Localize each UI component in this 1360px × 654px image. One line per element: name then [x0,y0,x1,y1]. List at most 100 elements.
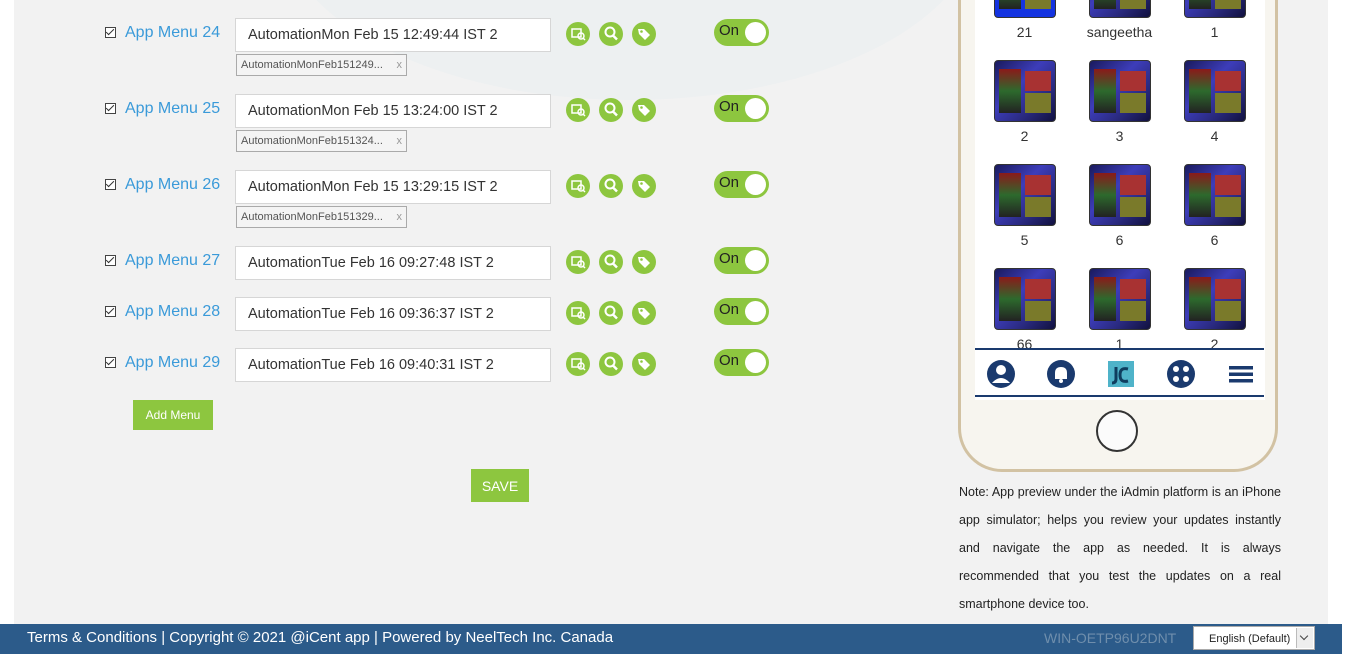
phone-grid-item[interactable]: 2 [977,60,1072,144]
thumbnail-image [1183,0,1246,18]
toggle-knob [745,250,766,271]
phone-grid-item[interactable]: 3 [1072,60,1167,144]
phone-home-button[interactable] [1096,410,1138,452]
chevron-down-icon [1296,628,1313,648]
phone-grid-item[interactable]: 21 [977,0,1072,40]
add-menu-button[interactable]: Add Menu [133,400,213,430]
gallery-search-icon[interactable] [566,352,590,376]
tag-text: AutomationMonFeb151329... [241,211,383,223]
phone-grid-label: 3 [1115,128,1124,144]
search-icon[interactable] [599,352,623,376]
tag-chip: AutomationMonFeb151324... x [236,130,407,152]
tag-chip: AutomationMonFeb151329... x [236,206,407,228]
thumbnail-image [1088,0,1151,18]
menu-checkbox[interactable] [105,179,116,190]
menu-label[interactable]: App Menu 25 [125,100,220,118]
thumbnail-image [1183,60,1246,122]
status-toggle[interactable]: On [714,171,769,198]
search-icon[interactable] [599,174,623,198]
toggle-label: On [719,301,740,318]
thumbnail-image [1183,164,1246,226]
search-icon[interactable] [599,22,623,46]
tag-icon[interactable] [632,250,656,274]
toggle-label: On [719,98,740,115]
menu-checkbox[interactable] [105,103,116,114]
app-logo-icon[interactable] [1106,359,1136,389]
menu-name-input[interactable] [235,348,551,382]
phone-grid-label: sangeetha [1086,24,1153,40]
menu-name-input[interactable] [235,246,551,280]
toggle-knob [745,301,766,322]
thumbnail-image [993,164,1056,226]
tag-icon[interactable] [632,22,656,46]
server-host-label: WIN-OETP96U2DNT [1044,630,1177,646]
profile-icon[interactable] [986,359,1016,389]
thumbnail-image [1183,268,1246,330]
search-icon[interactable] [599,250,623,274]
tag-chip: AutomationMonFeb151249... x [236,54,407,76]
phone-grid-item[interactable]: 5 [977,164,1072,248]
menu-name-input[interactable] [235,170,551,204]
menu-name-input[interactable] [235,18,551,52]
phone-grid-item[interactable]: 4 [1167,60,1262,144]
phone-grid-item[interactable]: 66 [977,268,1072,352]
tag-remove-button[interactable]: x [397,55,403,75]
thumbnail-image [993,0,1056,18]
phone-grid-label: 1 [1210,24,1219,40]
thumbnail-image [1088,268,1151,330]
bell-icon[interactable] [1046,359,1076,389]
toggle-label: On [719,174,740,191]
menu-name-input[interactable] [235,94,551,128]
thumbnail-image [1088,60,1151,122]
save-button[interactable]: SAVE [471,469,529,502]
toggle-label: On [719,22,740,39]
menu-checkbox[interactable] [105,27,116,38]
phone-grid-item[interactable]: 6 [1167,164,1262,248]
menu-label[interactable]: App Menu 24 [125,24,220,42]
search-icon[interactable] [599,98,623,122]
footer-text: Terms & Conditions | Copyright © 2021 @i… [27,629,614,646]
apps-icon[interactable] [1166,359,1196,389]
status-toggle[interactable]: On [714,349,769,376]
tag-text: AutomationMonFeb151249... [241,59,383,71]
gallery-search-icon[interactable] [566,250,590,274]
status-toggle[interactable]: On [714,247,769,274]
menu-label[interactable]: App Menu 29 [125,354,220,372]
menu-name-input[interactable] [235,297,551,331]
phone-grid-item[interactable]: 1 [1167,0,1262,40]
menu-label[interactable]: App Menu 26 [125,176,220,194]
gallery-search-icon[interactable] [566,301,590,325]
menu-checkbox[interactable] [105,357,116,368]
gallery-search-icon[interactable] [566,22,590,46]
phone-grid-item[interactable]: 1 [1072,268,1167,352]
phone-grid-item[interactable]: sangeetha [1072,0,1167,40]
toggle-label: On [719,352,740,369]
tag-icon[interactable] [632,98,656,122]
footer: Terms & Conditions | Copyright © 2021 @i… [0,624,1342,654]
menu-icon[interactable] [1226,359,1256,389]
menu-checkbox[interactable] [105,255,116,266]
tag-icon[interactable] [632,352,656,376]
toggle-knob [745,352,766,373]
tag-remove-button[interactable]: x [397,131,403,151]
menu-label[interactable]: App Menu 27 [125,252,220,270]
tag-icon[interactable] [632,301,656,325]
menu-label[interactable]: App Menu 28 [125,303,220,321]
thumbnail-image [1088,164,1151,226]
search-icon[interactable] [599,301,623,325]
status-toggle[interactable]: On [714,19,769,46]
gallery-search-icon[interactable] [566,98,590,122]
tag-icon[interactable] [632,174,656,198]
gallery-search-icon[interactable] [566,174,590,198]
phone-tabbar [975,348,1264,397]
status-toggle[interactable]: On [714,298,769,325]
status-toggle[interactable]: On [714,95,769,122]
phone-grid-label: 21 [1016,24,1033,40]
phone-grid-item[interactable]: 6 [1072,164,1167,248]
language-select[interactable]: English (Default) [1193,626,1315,650]
tag-remove-button[interactable]: x [397,207,403,227]
toggle-knob [745,174,766,195]
menu-checkbox[interactable] [105,306,116,317]
toggle-knob [745,22,766,43]
phone-grid-item[interactable]: 2 [1167,268,1262,352]
